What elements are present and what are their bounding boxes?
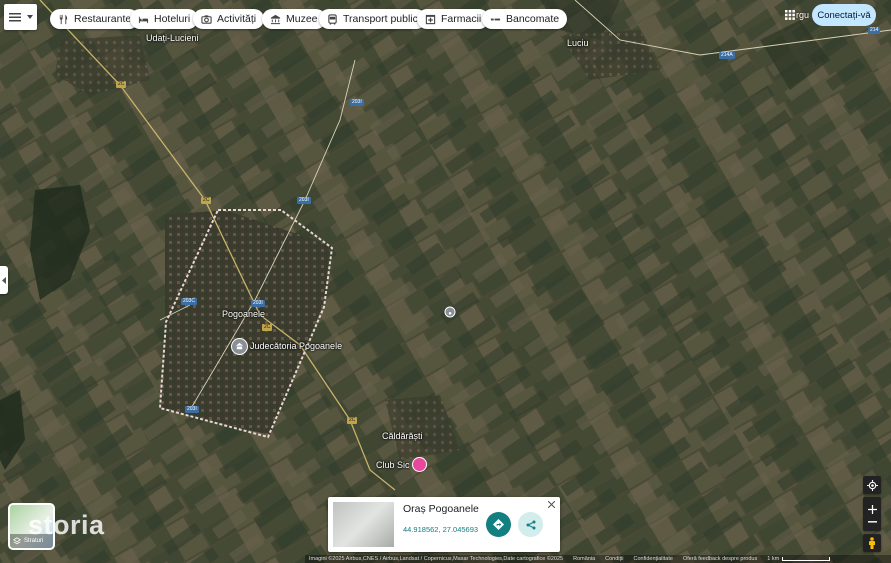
- atm-icon: [490, 18, 501, 20]
- town-label-udati-lucieni[interactable]: Udați-Lucieni: [146, 33, 199, 43]
- road-shield: 214: [868, 27, 881, 34]
- museum-icon: [270, 14, 281, 24]
- town-label-club-sic[interactable]: Club Sic: [376, 460, 410, 470]
- filter-label: Bancomate: [506, 13, 560, 25]
- filter-label: Hoteluri: [154, 13, 191, 25]
- menu-button[interactable]: [4, 4, 37, 30]
- apps-grid-icon: [785, 10, 795, 20]
- pharmacy-icon: [425, 14, 436, 24]
- courthouse-icon[interactable]: [231, 338, 248, 355]
- road-shield: 2C: [116, 81, 127, 88]
- directions-button[interactable]: [486, 512, 511, 537]
- road-shield: 203I: [297, 197, 311, 204]
- terms-link[interactable]: Condiții: [605, 556, 623, 562]
- place-card[interactable]: Oraș Pogoanele 44.918562, 27.045693: [328, 497, 560, 552]
- imagery-credit: Imagini ©2025 Airbus,CNES / Airbus,Lands…: [309, 556, 564, 562]
- storia-watermark: storia: [28, 510, 105, 540]
- filter-label: Activități: [217, 13, 257, 25]
- crosshair-icon: [866, 479, 878, 491]
- satellite-map[interactable]: ●: [0, 0, 891, 563]
- feedback-link[interactable]: Oferă feedback despre produs: [683, 556, 757, 562]
- bed-icon: [138, 16, 149, 23]
- chevron-left-icon: [2, 276, 6, 284]
- road-shield: 2C: [201, 197, 212, 204]
- scale-line: [782, 557, 831, 561]
- caret-down-icon: [26, 15, 33, 19]
- filter-restaurants[interactable]: Restaurante: [50, 9, 140, 29]
- apps-button[interactable]: rgu: [785, 10, 809, 20]
- fork-knife-icon: [59, 14, 68, 24]
- zoom-out-icon[interactable]: [867, 521, 877, 523]
- filter-hotels[interactable]: Hoteluri: [130, 9, 199, 29]
- filter-label: Farmacii: [441, 13, 482, 25]
- filter-pharmacies[interactable]: Farmacii: [417, 9, 490, 29]
- town-label-luciu[interactable]: Luciu: [567, 38, 589, 48]
- share-icon: [526, 520, 535, 529]
- nightlife-icon[interactable]: [412, 457, 427, 472]
- my-location-button[interactable]: [863, 476, 881, 494]
- zoom-controls: [863, 497, 881, 531]
- directions-icon: [493, 519, 504, 530]
- town-label-pogoanele[interactable]: Pogoanele: [222, 309, 265, 319]
- filter-label: Muzee: [286, 13, 318, 25]
- place-coordinates[interactable]: 44.918562, 27.045693: [403, 525, 478, 534]
- apps-partial-label: rgu: [796, 10, 810, 20]
- zoom-in-icon[interactable]: [867, 505, 877, 514]
- share-button[interactable]: [518, 512, 543, 537]
- town-label-caldarasti[interactable]: Căldărăști: [382, 431, 423, 441]
- attribution-bar: Imagini ©2025 Airbus,CNES / Airbus,Lands…: [305, 555, 891, 563]
- privacy-link[interactable]: Confidențialitate: [633, 556, 672, 562]
- svg-text:●: ●: [448, 311, 452, 317]
- filter-atms[interactable]: Bancomate: [482, 9, 568, 29]
- scale-label: 1 km: [767, 556, 780, 562]
- poi-label-judecatoria[interactable]: Judecătoria Pogoanele: [250, 341, 342, 351]
- filter-label: Restaurante: [74, 13, 132, 25]
- filter-museums[interactable]: Muzee: [262, 9, 326, 29]
- road-shield: 203C: [181, 298, 197, 305]
- road-shield: 203I: [251, 300, 265, 307]
- layers-icon: [13, 537, 21, 545]
- pegman-icon: [869, 537, 875, 549]
- scale-bar[interactable]: 1 km: [767, 556, 831, 562]
- collapse-panel-button[interactable]: [0, 266, 8, 294]
- road-shield: 203I: [350, 99, 364, 106]
- filter-activities[interactable]: Activități: [193, 9, 265, 29]
- filter-label: Transport public: [343, 13, 418, 25]
- street-view-button[interactable]: [863, 534, 881, 552]
- road-shield: 203I: [185, 406, 199, 413]
- signin-button[interactable]: Conectați-vă: [812, 4, 876, 26]
- place-thumbnail[interactable]: [333, 502, 394, 547]
- close-card-button[interactable]: [546, 499, 556, 509]
- country-link[interactable]: România: [573, 556, 595, 562]
- bus-icon: [328, 13, 337, 25]
- place-title[interactable]: Oraș Pogoanele: [403, 503, 479, 515]
- road-shield: 2C: [262, 324, 273, 331]
- road-shield: 2C: [347, 417, 358, 424]
- close-icon: [547, 500, 555, 508]
- road-shield: 214A: [719, 52, 735, 59]
- filter-public-transport[interactable]: Transport public: [319, 9, 426, 29]
- hamburger-icon: [8, 12, 21, 21]
- camera-icon: [201, 14, 212, 24]
